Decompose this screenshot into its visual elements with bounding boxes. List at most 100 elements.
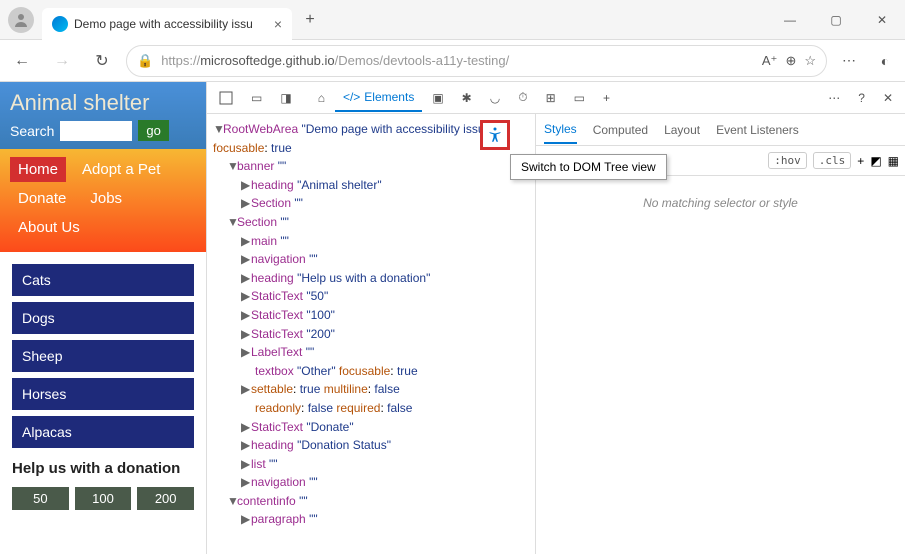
twisty-icon[interactable]: ▶	[241, 343, 251, 362]
rendered-page: Animal shelter Search go Home Adopt a Pe…	[0, 82, 206, 554]
refresh-button[interactable]: ↻	[86, 45, 118, 77]
browser-tab[interactable]: Demo page with accessibility issu ×	[42, 8, 292, 40]
lock-icon: 🔒	[137, 53, 153, 69]
nav-adopt[interactable]: Adopt a Pet	[74, 157, 168, 182]
twisty-icon[interactable]: ▼	[213, 120, 223, 139]
nav-jobs[interactable]: Jobs	[82, 186, 130, 211]
window-controls: — ▢ ✕	[767, 5, 905, 35]
search-label: Search	[10, 123, 54, 139]
twisty-icon[interactable]: ▶	[241, 473, 251, 492]
accessibility-tree-toggle[interactable]	[480, 120, 510, 150]
main-nav: Home Adopt a Pet Donate Jobs About Us	[0, 149, 206, 252]
translate-icon[interactable]: ⊕	[785, 53, 796, 69]
styles-pane: Styles Computed Layout Event Listeners :…	[535, 114, 905, 554]
close-button[interactable]: ✕	[859, 5, 905, 35]
donate-50[interactable]: 50	[12, 487, 69, 510]
font-editor-icon[interactable]: ◩	[870, 154, 881, 168]
tooltip: Switch to DOM Tree view	[510, 154, 667, 180]
twisty-icon[interactable]: ▶	[241, 455, 251, 474]
devtools-body: ▼RootWebArea "Demo page with accessibili…	[207, 114, 905, 554]
twisty-icon[interactable]: ▶	[241, 380, 251, 399]
close-devtools[interactable]: ✕	[875, 85, 901, 111]
window-titlebar: Demo page with accessibility issu × + — …	[0, 0, 905, 40]
elements-tab[interactable]: </> Elements	[335, 84, 422, 112]
styles-tabs: Styles Computed Layout Event Listeners	[536, 114, 905, 146]
twisty-icon[interactable]: ▶	[241, 436, 251, 455]
nav-home[interactable]: Home	[10, 157, 66, 182]
donate-200[interactable]: 200	[137, 487, 194, 510]
welcome-tab[interactable]: ⌂	[310, 85, 333, 111]
new-rule-button[interactable]: +	[857, 154, 864, 168]
nav-donate[interactable]: Donate	[10, 186, 74, 211]
person-icon	[13, 12, 29, 28]
forward-button: →	[46, 45, 78, 77]
flexbox-editor-icon[interactable]: ▦	[888, 154, 899, 168]
twisty-icon[interactable]: ▼	[227, 492, 237, 511]
maximize-button[interactable]: ▢	[813, 5, 859, 35]
account-button[interactable]: ◐	[871, 47, 899, 75]
twisty-icon[interactable]: ▶	[241, 176, 251, 195]
url-text: https://microsoftedge.github.io/Demos/de…	[161, 53, 754, 68]
twisty-icon[interactable]: ▶	[241, 250, 251, 269]
new-tab-button[interactable]: +	[296, 6, 324, 34]
back-button[interactable]: ←	[6, 45, 38, 77]
sources-tab[interactable]: ✱	[454, 85, 480, 111]
close-icon[interactable]: ×	[274, 16, 282, 32]
donate-heading: Help us with a donation	[12, 460, 194, 477]
page-title: Animal shelter	[10, 90, 196, 116]
no-match-message: No matching selector or style	[536, 176, 905, 230]
more-tab[interactable]: +	[595, 85, 618, 111]
nav-about[interactable]: About Us	[10, 215, 88, 240]
cat-cats[interactable]: Cats	[12, 264, 194, 296]
donate-buttons: 50 100 200	[12, 487, 194, 510]
accessibility-tree[interactable]: ▼RootWebArea "Demo page with accessibili…	[207, 114, 535, 554]
reader-icon[interactable]: A⁺	[762, 53, 778, 69]
go-button[interactable]: go	[138, 120, 168, 141]
tab-listeners[interactable]: Event Listeners	[716, 117, 799, 143]
performance-tab[interactable]: ⏱	[510, 84, 535, 111]
browser-toolbar: ← → ↻ 🔒 https://microsoftedge.github.io/…	[0, 40, 905, 82]
address-bar[interactable]: 🔒 https://microsoftedge.github.io/Demos/…	[126, 45, 827, 77]
search-row: Search go	[10, 120, 196, 141]
help-button[interactable]: ?	[850, 85, 873, 111]
cat-dogs[interactable]: Dogs	[12, 302, 194, 334]
twisty-icon[interactable]: ▶	[241, 287, 251, 306]
tab-title: Demo page with accessibility issu	[74, 17, 268, 31]
tab-styles[interactable]: Styles	[544, 116, 577, 144]
donate-100[interactable]: 100	[75, 487, 132, 510]
menu-button[interactable]: ⋯	[835, 47, 863, 75]
twisty-icon[interactable]: ▶	[241, 418, 251, 437]
search-input[interactable]	[60, 121, 132, 141]
inspect-button[interactable]	[211, 85, 241, 111]
twisty-icon[interactable]: ▶	[241, 269, 251, 288]
tab-computed[interactable]: Computed	[593, 117, 648, 143]
twisty-icon[interactable]: ▶	[241, 232, 251, 251]
dock-button[interactable]: ◨	[272, 85, 299, 111]
main-content: Animal shelter Search go Home Adopt a Pe…	[0, 82, 905, 554]
device-button[interactable]: ▭	[243, 85, 270, 111]
twisty-icon[interactable]: ▼	[227, 157, 237, 176]
twisty-icon[interactable]: ▶	[241, 194, 251, 213]
hero-banner: Animal shelter Search go	[0, 82, 206, 149]
cls-toggle[interactable]: .cls	[813, 152, 852, 169]
profile-button[interactable]	[8, 7, 34, 33]
settings-button[interactable]: ⋯	[820, 85, 848, 111]
console-tab[interactable]: ▣	[424, 85, 451, 111]
twisty-icon[interactable]: ▶	[241, 510, 251, 529]
twisty-icon[interactable]: ▼	[227, 213, 237, 232]
hov-toggle[interactable]: :hov	[768, 152, 807, 169]
favorite-icon[interactable]: ☆	[804, 53, 816, 69]
memory-tab[interactable]: ⊞	[538, 85, 564, 111]
app-tab[interactable]: ▭	[566, 85, 593, 111]
tab-layout[interactable]: Layout	[664, 117, 700, 143]
cat-sheep[interactable]: Sheep	[12, 340, 194, 372]
twisty-icon[interactable]: ▶	[241, 325, 251, 344]
donate-section: Help us with a donation 50 100 200	[0, 460, 206, 510]
cat-alpacas[interactable]: Alpacas	[12, 416, 194, 448]
inspect-icon	[219, 91, 233, 105]
twisty-icon[interactable]: ▶	[241, 306, 251, 325]
minimize-button[interactable]: —	[767, 5, 813, 35]
cat-horses[interactable]: Horses	[12, 378, 194, 410]
edge-icon	[52, 16, 68, 32]
network-tab[interactable]: ◡	[482, 85, 508, 111]
